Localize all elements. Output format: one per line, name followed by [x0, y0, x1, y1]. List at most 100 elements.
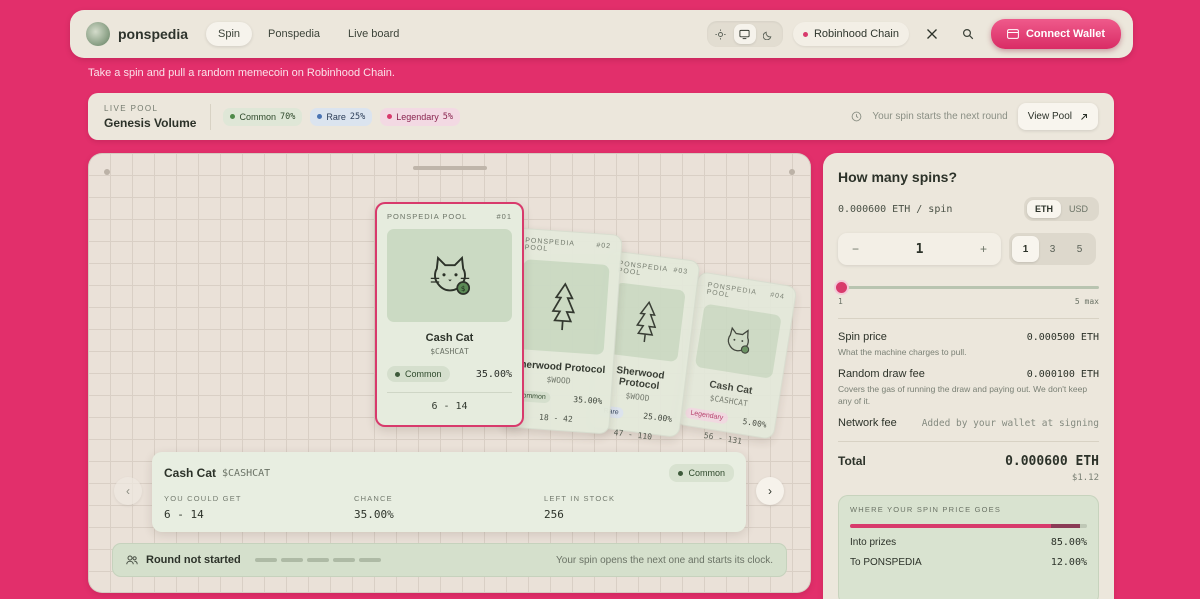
spin-machine: PONSPEDIA POOL #04 Cash Cat $CASHCAT Lege… [88, 153, 811, 593]
card-pool-label: PONSPEDIA POOL [387, 212, 468, 221]
sun-icon[interactable] [710, 24, 732, 44]
spin-config-panel: How many spins? 0.000600 ETH / spin ETH … [823, 153, 1114, 599]
quantity-presets: 1 3 5 [1009, 233, 1096, 265]
preset-5[interactable]: 5 [1066, 236, 1093, 262]
card-range: 6 - 14 [431, 401, 468, 412]
split-row-ponspedia: To PONSPEDIA 12.00% [850, 557, 1087, 568]
quantity-value[interactable]: 1 [916, 242, 924, 257]
decrement-button[interactable]: − [852, 242, 859, 256]
view-pool-button[interactable]: View Pool [1017, 103, 1098, 130]
detail-col-value: 6 - 14 [164, 508, 204, 521]
detail-name: Cash Cat [164, 466, 217, 480]
slider-track[interactable] [838, 286, 1099, 289]
pool-heading: LIVE POOL Genesis Volume [104, 103, 212, 130]
card-art [607, 282, 686, 363]
fee-value: 0.000500 ETH [1026, 332, 1099, 343]
users-icon [126, 555, 138, 565]
detail-col-label: YOU COULD GET [164, 494, 242, 503]
split-row-value: 12.00% [1050, 557, 1087, 569]
nav-link-spin[interactable]: Spin [206, 22, 253, 46]
chip-pct: 25% [349, 111, 366, 122]
brand-name[interactable]: ponspedia [118, 26, 188, 42]
fee-description: Covers the gas of running the draw and p… [838, 384, 1088, 406]
pool-name: Genesis Volume [104, 115, 197, 130]
card-chance: 25.00% [642, 411, 673, 424]
chip-pct: 70% [280, 111, 296, 122]
prize-detail-panel: Cash Cat $CASHCAT Common YOU COULD GET 6… [152, 452, 746, 532]
split-bar [850, 524, 1087, 529]
currency-usd[interactable]: USD [1061, 200, 1096, 218]
tree-icon [635, 300, 657, 343]
card-number: #03 [673, 267, 689, 276]
theme-switcher [706, 21, 783, 47]
nav-link-ponspedia[interactable]: Ponspedia [256, 22, 332, 46]
wallet-icon [1007, 29, 1019, 39]
detail-col-label: CHANCE [354, 494, 393, 503]
card-chance: 35.00% [475, 368, 512, 380]
panel-title: How many spins? [838, 169, 958, 185]
detail-col-reward: YOU COULD GET 6 - 14 [164, 494, 354, 521]
cat-icon: $ [430, 255, 470, 295]
chain-status-dot [802, 31, 808, 37]
card-rarity: Common [405, 369, 442, 379]
logo-icon[interactable] [86, 22, 110, 46]
total-label: Total [838, 454, 866, 469]
chip-label: Rare [326, 111, 346, 122]
card-ticker: $CASHCAT [430, 347, 469, 356]
drag-handle[interactable] [413, 166, 487, 170]
preset-1[interactable]: 1 [1012, 236, 1039, 262]
fee-description: What the machine charges to pull. [838, 347, 967, 357]
legendary-dot [387, 114, 393, 119]
next-card-button[interactable]: › [756, 477, 784, 505]
card-number: #01 [496, 212, 512, 221]
chip-label: Common [239, 111, 276, 122]
currency-eth[interactable]: ETH [1026, 200, 1061, 218]
prize-card-selected[interactable]: PONSPEDIA POOL #01 $ Cash Cat $CASHCAT Co… [375, 202, 524, 427]
preset-3[interactable]: 3 [1039, 236, 1066, 262]
rarity-chip-rare: Rare 25% [310, 107, 373, 126]
total-value: 0.000600 ETH [1005, 454, 1099, 470]
round-progress-segment [332, 558, 355, 562]
round-status-bar: Round not started Your spin opens the ne… [112, 543, 787, 577]
detail-ticker: $CASHCAT [222, 467, 271, 479]
price-split-panel: WHERE YOUR SPIN PRICE GOES Into prizes 85… [838, 495, 1099, 599]
split-prizes-segment [850, 524, 1052, 529]
search-icon[interactable] [955, 21, 981, 47]
fee-network: Network fee Added by your wallet at signi… [838, 417, 1099, 429]
card-pool-label: PONSPEDIA POOL [524, 237, 575, 253]
chip-label: Legendary [396, 111, 439, 122]
fee-spin-price: Spin price 0.000500 ETH What the machine … [838, 331, 1099, 358]
split-other-segment [1079, 524, 1087, 529]
card-chance: 5.00% [741, 416, 768, 430]
detail-col-stock: LEFT IN STOCK 256 [544, 494, 734, 521]
fee-name: Spin price [838, 331, 887, 343]
chevron-left-icon: ‹ [126, 484, 130, 498]
x-icon[interactable] [919, 21, 945, 47]
chain-selector[interactable]: Robinhood Chain [792, 22, 909, 46]
card-rarity: Legendary [684, 406, 729, 425]
connect-wallet-button[interactable]: Connect Wallet [990, 19, 1121, 49]
split-row-name: To PONSPEDIA [850, 557, 922, 569]
spin-slider[interactable] [836, 282, 1099, 293]
monitor-icon[interactable] [733, 24, 756, 44]
prev-card-button[interactable]: ‹ [114, 477, 142, 505]
rare-dot [317, 114, 323, 119]
slider-thumb[interactable] [836, 282, 847, 293]
detail-col-label: LEFT IN STOCK [544, 494, 616, 503]
round-progress-segment [358, 558, 381, 562]
slider-min-label: 1 [838, 297, 843, 306]
nav-link-live-board[interactable]: Live board [336, 22, 411, 46]
increment-button[interactable]: + [980, 242, 987, 256]
split-row-name: Into prizes [850, 537, 897, 549]
quantity-stepper: − 1 + [838, 233, 1001, 265]
connect-wallet-label: Connect Wallet [1025, 28, 1105, 40]
split-row-prizes: Into prizes 85.00% [850, 537, 1087, 548]
tree-icon [551, 282, 576, 331]
card-art [694, 303, 782, 379]
top-nav: ponspedia Spin Ponspedia Live board Robi… [70, 10, 1133, 58]
round-progress-segment [280, 558, 303, 562]
detail-rarity-badge: Common [669, 464, 734, 482]
fee-value: 0.000100 ETH [1026, 369, 1099, 381]
cat-icon [727, 326, 750, 354]
moon-icon[interactable] [758, 24, 780, 44]
